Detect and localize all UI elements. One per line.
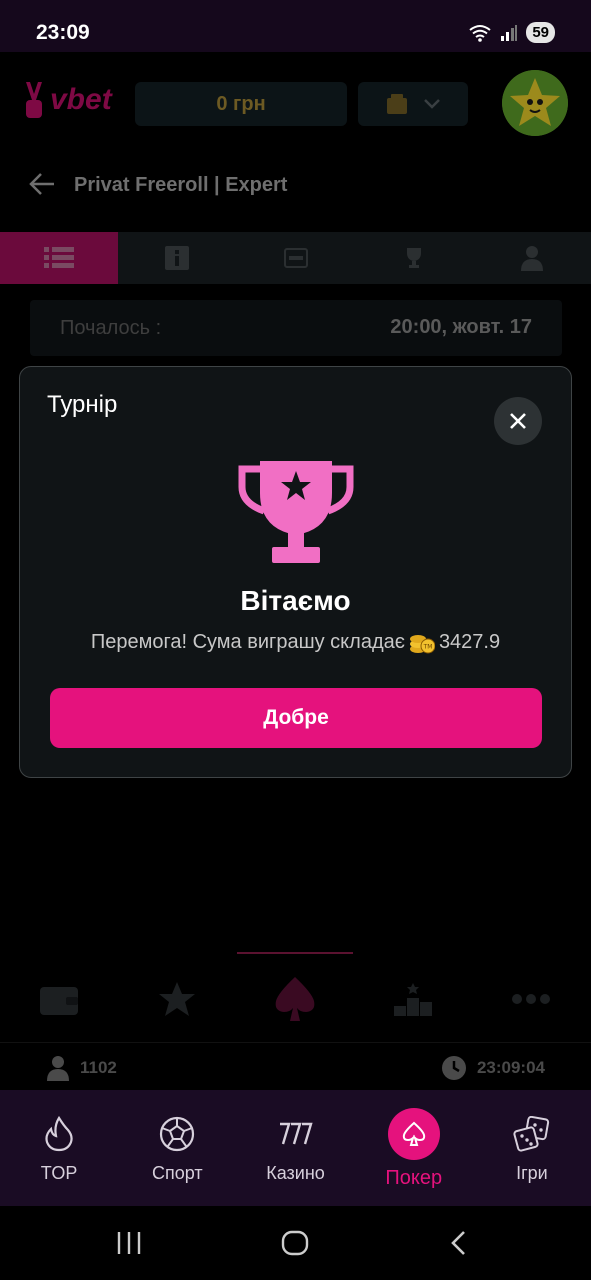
nav-item-poker[interactable]: Покер — [355, 1090, 473, 1206]
balance-display[interactable]: 0 грн — [135, 82, 347, 126]
tournament-start-row: Почалось : 20:00, жовт. 17 — [30, 300, 562, 356]
home-icon[interactable] — [281, 1230, 309, 1256]
nav-label-casino: Казино — [266, 1163, 325, 1183]
soccer-ball-icon — [159, 1115, 195, 1153]
nav-item-games[interactable]: Ігри — [473, 1090, 591, 1206]
nav-item-casino[interactable]: Казино — [236, 1090, 354, 1206]
tool-leaderboard[interactable] — [383, 974, 443, 1024]
tool-poker[interactable] — [265, 974, 325, 1024]
started-value: 20:00, жовт. 17 — [390, 316, 532, 338]
message-prefix: Перемога! Сума виграшу складає — [90, 631, 405, 653]
dice-icon — [513, 1115, 551, 1153]
spade-icon — [275, 977, 315, 1021]
close-button[interactable] — [494, 397, 542, 445]
star-icon — [159, 982, 195, 1016]
avatar[interactable] — [502, 70, 568, 136]
status-bar: 23:09 59 — [0, 0, 591, 52]
tab-ticket[interactable] — [236, 232, 354, 284]
nav-item-sport[interactable]: Спорт — [118, 1090, 236, 1206]
win-amount: 3427.9 — [438, 631, 501, 653]
wifi-icon — [469, 24, 491, 42]
players-count: 1102 — [46, 1055, 117, 1081]
page-title-row: Privat Freeroll | Expert — [0, 152, 591, 222]
tab-list[interactable] — [0, 232, 119, 284]
clock-icon — [441, 1056, 466, 1080]
flame-icon — [44, 1115, 74, 1153]
user-icon — [520, 246, 543, 271]
list-icon — [44, 247, 75, 268]
slots-777-icon — [278, 1115, 314, 1153]
ticket-icon — [283, 248, 308, 268]
nav-label-poker: Покер — [385, 1167, 443, 1189]
poker-tools-bar — [0, 952, 591, 1042]
coins-icon: TM — [409, 634, 435, 653]
status-time: 23:09 — [36, 21, 90, 44]
info-bar: 1102 23:09:04 — [0, 1042, 591, 1090]
recent-apps-icon[interactable] — [116, 1230, 142, 1256]
wallet-icon — [387, 94, 407, 114]
app-header: vbet 0 грн — [0, 52, 591, 152]
clock-value: 23:09:04 — [476, 1058, 545, 1077]
battery-indicator: 59 — [526, 22, 555, 43]
ok-button[interactable]: Добре — [50, 688, 542, 748]
tool-favorites[interactable] — [147, 974, 207, 1024]
nav-item-top[interactable]: TOP — [0, 1090, 118, 1206]
active-tool-indicator — [237, 952, 353, 954]
page-title: Privat Freeroll | Expert — [74, 174, 288, 196]
bottom-nav: TOP Спорт Казино Покер Ігри — [0, 1090, 591, 1206]
logo-text: vbet — [50, 83, 112, 116]
tab-info[interactable] — [118, 232, 236, 284]
server-clock: 23:09:04 — [441, 1055, 545, 1081]
wallet-dropdown[interactable] — [358, 82, 468, 126]
podium-icon — [394, 983, 432, 1016]
dialog-heading: Вітаємо — [240, 585, 351, 616]
trophy-icon — [238, 461, 354, 563]
dialog-title: Турнір — [47, 391, 118, 418]
status-icons: 59 — [468, 22, 555, 43]
vbet-logo[interactable]: vbet — [22, 80, 112, 120]
tournament-win-dialog: Турнір Вітаємо Перемога! Сума виграшу ск… — [19, 366, 572, 778]
system-nav-bar — [0, 1206, 591, 1280]
players-count-value: 1102 — [80, 1058, 117, 1077]
tab-players[interactable] — [473, 232, 591, 284]
wallet-icon — [40, 987, 78, 1015]
chevron-down-icon — [424, 99, 440, 109]
signal-icon — [501, 24, 518, 41]
user-icon — [47, 1056, 69, 1081]
tool-more[interactable] — [501, 974, 561, 1024]
logo-hand-icon — [26, 82, 42, 118]
close-icon — [510, 413, 526, 429]
tournament-tabs — [0, 232, 591, 284]
started-label: Почалось : — [60, 317, 162, 339]
trophy-icon — [406, 248, 421, 268]
nav-label-sport: Спорт — [151, 1163, 203, 1183]
more-dots-icon — [512, 994, 550, 1004]
tab-prizes[interactable] — [355, 232, 473, 284]
back-icon[interactable] — [448, 1230, 470, 1256]
info-icon — [165, 246, 190, 270]
dialog-message: Перемога! Сума виграшу складає TM 3427.9 — [20, 631, 571, 654]
spade-icon — [387, 1108, 440, 1160]
nav-label-games: Ігри — [516, 1163, 548, 1183]
back-arrow-icon[interactable] — [28, 170, 56, 198]
tool-wallet[interactable] — [29, 974, 89, 1024]
svg-text:TM: TM — [423, 643, 433, 650]
star-avatar-icon — [502, 70, 568, 136]
nav-label-top: TOP — [40, 1163, 78, 1183]
